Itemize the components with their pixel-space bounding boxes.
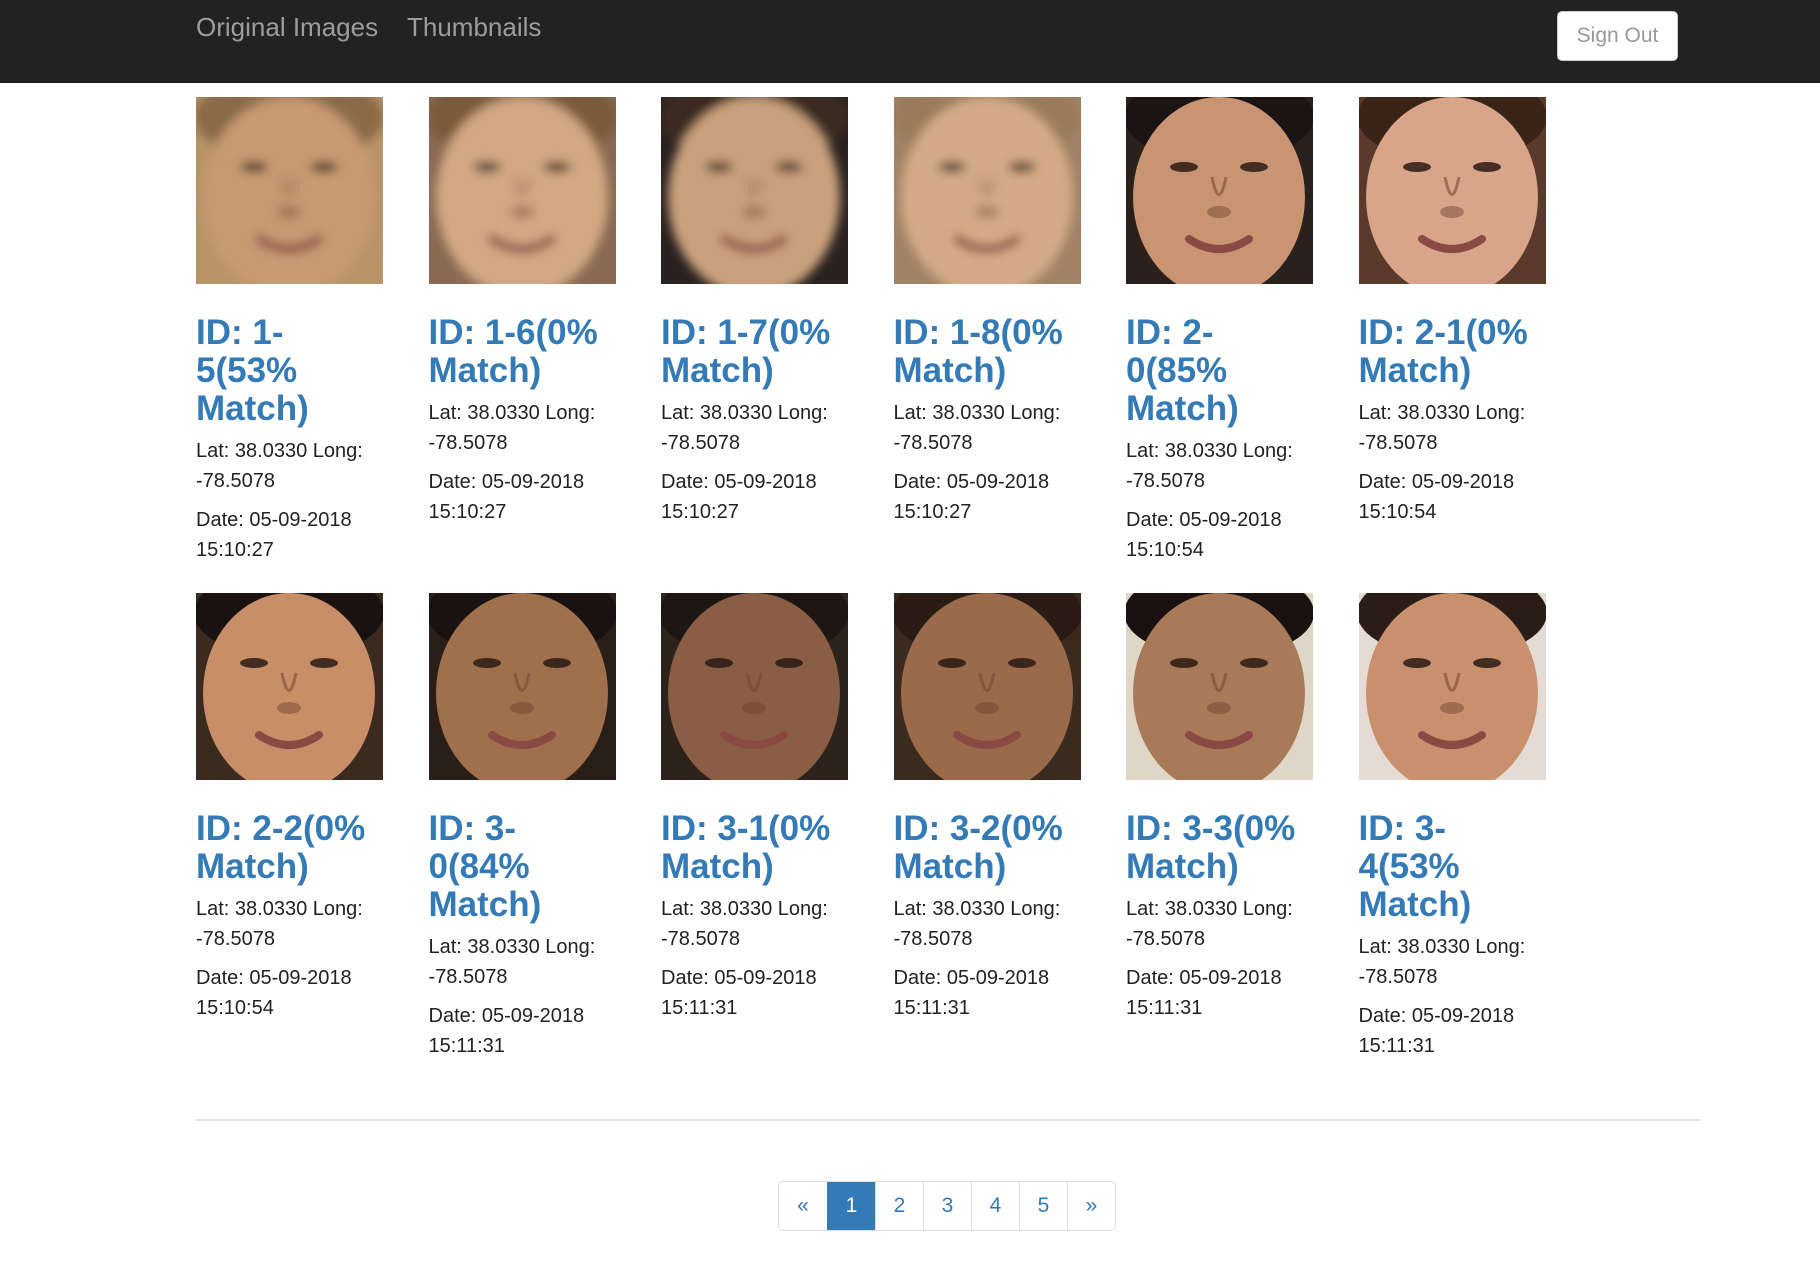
thumbnail-row-2: ID: 2-2(0% Match) Lat: 38.0330 Long: -78.… (196, 593, 1591, 1070)
thumbnail-date: Date: 05-09-2018 15:10:27 (893, 471, 1050, 523)
pagination-page-2[interactable]: 2 (875, 1182, 923, 1230)
face-thumbnail-image[interactable] (1358, 593, 1546, 780)
thumbnail-row-1: ID: 1-5(53% Match) Lat: 38.0330 Long: -78… (196, 97, 1591, 574)
thumbnail-location: Lat: 38.0330 Long: -78.5078 (1358, 936, 1526, 988)
nav-link-original-images[interactable]: Original Images (196, 12, 378, 43)
thumbnail-location: Lat: 38.0330 Long: -78.5078 (893, 898, 1061, 950)
thumbnail-id-link[interactable]: ID: 3-1(0% Match) (661, 810, 847, 886)
face-thumbnail-image[interactable] (893, 593, 1081, 780)
divider (196, 1119, 1700, 1121)
thumbnail-card: ID: 2-2(0% Match) Lat: 38.0330 Long: -78.… (196, 593, 383, 1032)
thumbnail-id-link[interactable]: ID: 1-7(0% Match) (661, 314, 847, 390)
thumbnail-card: ID: 2-1(0% Match) Lat: 38.0330 Long: -78.… (1358, 97, 1546, 536)
pagination-page-4[interactable]: 4 (971, 1182, 1019, 1230)
face-thumbnail-image[interactable] (661, 593, 848, 780)
thumbnail-id-link[interactable]: ID: 3-0(84% Match) (429, 810, 615, 924)
pagination-next[interactable]: » (1067, 1182, 1115, 1230)
face-thumbnail-image[interactable] (196, 593, 383, 780)
thumbnail-location: Lat: 38.0330 Long: -78.5078 (893, 402, 1061, 454)
thumbnail-date: Date: 05-09-2018 15:10:54 (196, 967, 352, 1019)
face-thumbnail-image[interactable] (893, 97, 1081, 284)
thumbnail-id-link[interactable]: ID: 1-5(53% Match) (196, 314, 382, 428)
face-thumbnail-image[interactable] (428, 97, 616, 284)
thumbnail-card: ID: 1-5(53% Match) Lat: 38.0330 Long: -78… (196, 97, 383, 574)
face-thumbnail-image[interactable] (1126, 593, 1313, 780)
thumbnail-id-link[interactable]: ID: 3-4(53% Match) (1359, 810, 1545, 924)
page: Original Images Thumbnails Sign Out ID: … (0, 0, 1820, 1286)
thumbnail-date: Date: 05-09-2018 15:10:27 (661, 471, 817, 523)
thumbnail-location: Lat: 38.0330 Long: -78.5078 (1126, 898, 1293, 950)
face-thumbnail-image[interactable] (428, 593, 616, 780)
thumbnail-card: ID: 3-4(53% Match) Lat: 38.0330 Long: -78… (1358, 593, 1546, 1070)
thumbnail-date: Date: 05-09-2018 15:11:31 (893, 967, 1050, 1019)
thumbnail-date: Date: 05-09-2018 15:10:27 (428, 471, 585, 523)
thumbnail-date: Date: 05-09-2018 15:11:31 (428, 1005, 585, 1057)
thumbnail-card: ID: 3-1(0% Match) Lat: 38.0330 Long: -78.… (661, 593, 848, 1032)
thumbnail-date: Date: 05-09-2018 15:10:27 (196, 509, 352, 561)
face-thumbnail-image[interactable] (196, 97, 383, 284)
thumbnail-id-link[interactable]: ID: 3-2(0% Match) (894, 810, 1080, 886)
thumbnail-id-link[interactable]: ID: 1-8(0% Match) (894, 314, 1080, 390)
thumbnail-date: Date: 05-09-2018 15:10:54 (1126, 509, 1282, 561)
thumbnail-card: ID: 3-3(0% Match) Lat: 38.0330 Long: -78.… (1126, 593, 1313, 1032)
thumbnail-card: ID: 1-6(0% Match) Lat: 38.0330 Long: -78.… (428, 97, 616, 536)
pagination: « 1 2 3 4 5 » (778, 1181, 1116, 1231)
thumbnail-card: ID: 3-0(84% Match) Lat: 38.0330 Long: -78… (428, 593, 616, 1070)
face-thumbnail-image[interactable] (1126, 97, 1313, 284)
face-thumbnail-image[interactable] (1358, 97, 1546, 284)
thumbnail-date: Date: 05-09-2018 15:11:31 (1358, 1005, 1515, 1057)
thumbnail-location: Lat: 38.0330 Long: -78.5078 (661, 898, 828, 950)
thumbnail-location: Lat: 38.0330 Long: -78.5078 (661, 402, 828, 454)
thumbnail-card: ID: 3-2(0% Match) Lat: 38.0330 Long: -78.… (893, 593, 1081, 1032)
nav-link-thumbnails[interactable]: Thumbnails (407, 12, 541, 43)
thumbnail-location: Lat: 38.0330 Long: -78.5078 (196, 440, 363, 492)
thumbnail-location: Lat: 38.0330 Long: -78.5078 (1126, 440, 1293, 492)
pagination-page-3[interactable]: 3 (923, 1182, 971, 1230)
pagination-prev[interactable]: « (779, 1182, 827, 1230)
face-thumbnail-image[interactable] (661, 97, 848, 284)
thumbnail-card: ID: 1-7(0% Match) Lat: 38.0330 Long: -78.… (661, 97, 848, 536)
thumbnail-location: Lat: 38.0330 Long: -78.5078 (428, 402, 596, 454)
thumbnail-id-link[interactable]: ID: 1-6(0% Match) (429, 314, 615, 390)
thumbnail-date: Date: 05-09-2018 15:10:54 (1358, 471, 1515, 523)
top-navbar: Original Images Thumbnails Sign Out (0, 0, 1820, 83)
thumbnail-card: ID: 1-8(0% Match) Lat: 38.0330 Long: -78.… (893, 97, 1081, 536)
pagination-page-1[interactable]: 1 (827, 1182, 875, 1230)
thumbnail-date: Date: 05-09-2018 15:11:31 (661, 967, 817, 1019)
thumbnail-id-link[interactable]: ID: 2-2(0% Match) (196, 810, 382, 886)
thumbnail-location: Lat: 38.0330 Long: -78.5078 (196, 898, 363, 950)
thumbnail-location: Lat: 38.0330 Long: -78.5078 (428, 936, 596, 988)
thumbnail-id-link[interactable]: ID: 2-0(85% Match) (1126, 314, 1312, 428)
thumbnail-card: ID: 2-0(85% Match) Lat: 38.0330 Long: -78… (1126, 97, 1313, 574)
thumbnail-date: Date: 05-09-2018 15:11:31 (1126, 967, 1282, 1019)
thumbnail-id-link[interactable]: ID: 3-3(0% Match) (1126, 810, 1312, 886)
pagination-page-5[interactable]: 5 (1019, 1182, 1067, 1230)
thumbnail-location: Lat: 38.0330 Long: -78.5078 (1358, 402, 1526, 454)
sign-out-button[interactable]: Sign Out (1557, 11, 1678, 61)
thumbnail-id-link[interactable]: ID: 2-1(0% Match) (1359, 314, 1545, 390)
